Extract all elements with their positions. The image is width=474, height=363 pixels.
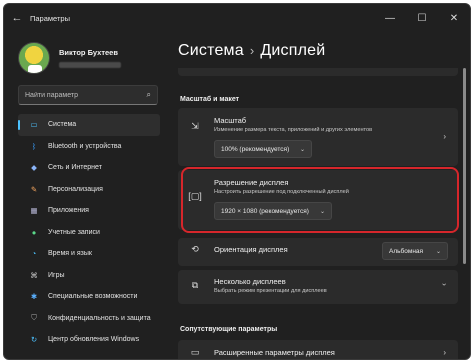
scale-title: Масштаб <box>214 116 247 125</box>
bluetooth-icon: ᛒ <box>31 141 37 151</box>
maximize-button[interactable]: ☐ <box>406 4 438 32</box>
sidebar-item[interactable]: ✱ Специальные возможности <box>18 286 160 308</box>
sidebar-item-label: Время и язык <box>48 250 92 258</box>
search-icon[interactable]: ⌕ <box>147 90 151 100</box>
back-arrow-icon[interactable]: ← <box>4 12 30 24</box>
wifi-icon: ◆ <box>31 163 37 173</box>
close-button[interactable]: ✕ <box>438 4 470 32</box>
breadcrumb: Система › Дисплей <box>178 42 325 60</box>
scale-dropdown[interactable]: 100% (рекомендуется) ⌄ <box>214 140 312 158</box>
person-icon: ● <box>31 227 37 237</box>
advanced-display-title: Расширенные параметры дисплея <box>214 348 335 357</box>
chevron-down-icon: ⌄ <box>435 248 441 255</box>
breadcrumb-separator: › <box>249 43 255 58</box>
sidebar-item[interactable]: ◔ Время и язык <box>18 243 160 265</box>
sidebar-item-label: Система <box>48 121 77 129</box>
monitor-icon: ▭ <box>30 120 38 130</box>
minimize-button[interactable]: — <box>374 4 406 32</box>
previous-card-sliver <box>178 68 458 76</box>
multiple-displays-card[interactable]: ⧉ Несколько дисплеев Выбрать режим презе… <box>178 270 458 304</box>
apps-icon: ▦ <box>30 206 38 216</box>
sidebar-item-label: Bluetooth и устройства <box>48 142 122 150</box>
orientation-card: ⟲ Ориентация дисплея Альбомная ⌄ <box>178 238 458 266</box>
user-email-redacted <box>59 62 121 68</box>
chevron-down-icon: ⌄ <box>299 146 305 153</box>
orientation-title: Ориентация дисплея <box>214 245 288 254</box>
avatar <box>18 42 50 74</box>
gamepad-icon: ⌘ <box>30 270 38 280</box>
sidebar-item-label: Специальные возможности <box>48 293 138 301</box>
sidebar-item[interactable]: ⌘ Игры <box>18 265 160 287</box>
multiple-displays-icon: ⧉ <box>191 280 199 290</box>
sidebar-item-label: Сеть и Интернет <box>48 164 102 172</box>
breadcrumb-parent[interactable]: Система <box>178 42 244 59</box>
user-name: Виктор Бухтеев <box>59 48 118 57</box>
page-title: Дисплей <box>260 42 326 59</box>
monitor-icon: ▭ <box>190 347 200 357</box>
brush-icon: ✎ <box>30 184 38 194</box>
accessibility-icon: ✱ <box>30 292 38 302</box>
sidebar-item[interactable]: ● Учетные записи <box>18 222 160 244</box>
update-icon: ↻ <box>30 335 38 345</box>
user-profile[interactable]: Виктор Бухтеев <box>18 42 121 74</box>
search-input[interactable] <box>25 91 147 99</box>
sidebar-item-label: Приложения <box>48 207 89 215</box>
chevron-down-icon[interactable]: › <box>440 283 449 286</box>
multiple-displays-subtitle: Выбрать режим презентации для дисплеев <box>214 288 327 294</box>
rotate-icon: ⟲ <box>191 244 199 254</box>
section-title-scale-layout: Масштаб и макет <box>180 96 240 103</box>
sidebar-item-label: Учетные записи <box>48 228 100 236</box>
app-title: Параметры <box>30 13 70 23</box>
scale-icon: ⇲ <box>191 121 199 131</box>
sidebar-item[interactable]: ↻ Центр обновления Windows <box>18 329 160 351</box>
sidebar-item[interactable]: ◆ Сеть и Интернет <box>18 157 160 179</box>
sidebar: Виктор Бухтеев ⌕ ▭ Система ᛒ Bluetooth и ус… <box>4 32 164 359</box>
sidebar-item[interactable]: ᛒ Bluetooth и устройства <box>18 136 160 158</box>
sidebar-item-label: Центр обновления Windows <box>48 336 140 344</box>
scale-subtitle: Изменение размера текста, приложений и д… <box>214 127 373 133</box>
sidebar-item[interactable]: ⛉ Конфиденциальность и защита <box>18 308 160 330</box>
scale-card: ⇲ Масштаб Изменение размера текста, прил… <box>178 108 458 166</box>
highlight-frame <box>181 167 459 233</box>
search-box[interactable]: ⌕ <box>18 85 158 105</box>
window-controls: — ☐ ✕ <box>374 4 470 32</box>
sidebar-item[interactable]: ✎ Персонализация <box>18 179 160 201</box>
sidebar-item[interactable]: ▭ Система <box>18 114 160 136</box>
sidebar-item[interactable]: ▦ Приложения <box>18 200 160 222</box>
settings-window: ← Параметры — ☐ ✕ Виктор Бухтеев ⌕ ▭Сист… <box>3 3 471 360</box>
sidebar-item-label: Персонализация <box>48 185 103 193</box>
orientation-dropdown[interactable]: Альбомная ⌄ <box>382 242 448 260</box>
globe-clock-icon: ◔ <box>31 249 37 259</box>
orientation-value: Альбомная <box>389 247 424 255</box>
chevron-right-icon[interactable]: › <box>443 348 446 357</box>
sidebar-item-label: Конфиденциальность и защита <box>48 314 151 322</box>
section-title-related: Сопутствующие параметры <box>180 326 278 333</box>
advanced-display-card[interactable]: ▭ Расширенные параметры дисплея › <box>178 340 458 359</box>
multiple-displays-title: Несколько дисплеев <box>214 277 286 286</box>
sidebar-nav: ▭ Система ᛒ Bluetooth и устройства ◆ Сеть и И… <box>18 114 160 351</box>
scale-value: 100% (рекомендуется) <box>221 145 290 153</box>
shield-icon: ⛉ <box>31 313 37 323</box>
sidebar-item-label: Игры <box>48 271 65 279</box>
chevron-right-icon[interactable]: › <box>443 132 446 141</box>
scrollbar[interactable] <box>463 68 466 264</box>
main-content: Система › Дисплей Масштаб и макет ⇲ Масшта… <box>170 32 466 359</box>
